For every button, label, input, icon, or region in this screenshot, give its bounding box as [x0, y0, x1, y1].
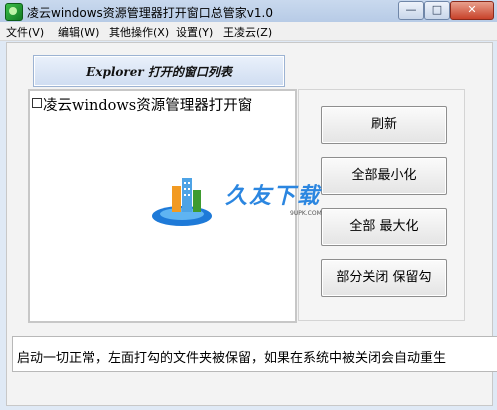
- close-some-keep-checked-button[interactable]: 部分关闭 保留勾: [321, 259, 447, 297]
- watermark-logo: 久友下载 9UPK.COM: [150, 172, 340, 232]
- app-icon: [5, 3, 23, 21]
- menu-wang-lingyun[interactable]: 王凌云(Z): [223, 24, 272, 40]
- menu-edit[interactable]: 编辑(W): [58, 24, 99, 40]
- explorer-list-header: Explorer 打开的窗口列表: [33, 55, 285, 87]
- list-item[interactable]: 凌云windows资源管理器打开窗: [32, 94, 252, 115]
- menu-settings[interactable]: 设置(Y): [176, 24, 213, 40]
- status-bar: 启动一切正常，左面打勾的文件夹被保留，如果在系统中被关闭会自动重生: [12, 336, 497, 372]
- window-title: 凌云windows资源管理器打开窗口总管家v1.0: [27, 6, 273, 20]
- explorer-list-title: Explorer 打开的窗口列表: [86, 65, 232, 79]
- refresh-button[interactable]: 刷新: [321, 106, 447, 144]
- watermark-url: 9UPK.COM: [290, 210, 322, 217]
- maximize-button[interactable]: □: [424, 1, 450, 20]
- list-item-label: 凌云windows资源管理器打开窗: [43, 98, 253, 114]
- watermark-text: 久友下载: [225, 183, 322, 209]
- minimize-button[interactable]: —: [398, 1, 424, 20]
- title-bar[interactable]: 凌云windows资源管理器打开窗口总管家v1.0 — □ ✕: [0, 0, 497, 23]
- menu-file[interactable]: 文件(V): [6, 24, 44, 40]
- list-item-checkbox[interactable]: [32, 98, 42, 108]
- status-text: 启动一切正常，左面打勾的文件夹被保留，如果在系统中被关闭会自动重生: [17, 351, 447, 366]
- watermark-building-icon: [152, 178, 212, 226]
- menu-bar: 文件(V) 编辑(W) 其他操作(X) 设置(Y) 王凌云(Z): [0, 22, 497, 41]
- close-button[interactable]: ✕: [450, 1, 494, 20]
- menu-other-operations[interactable]: 其他操作(X): [109, 24, 169, 40]
